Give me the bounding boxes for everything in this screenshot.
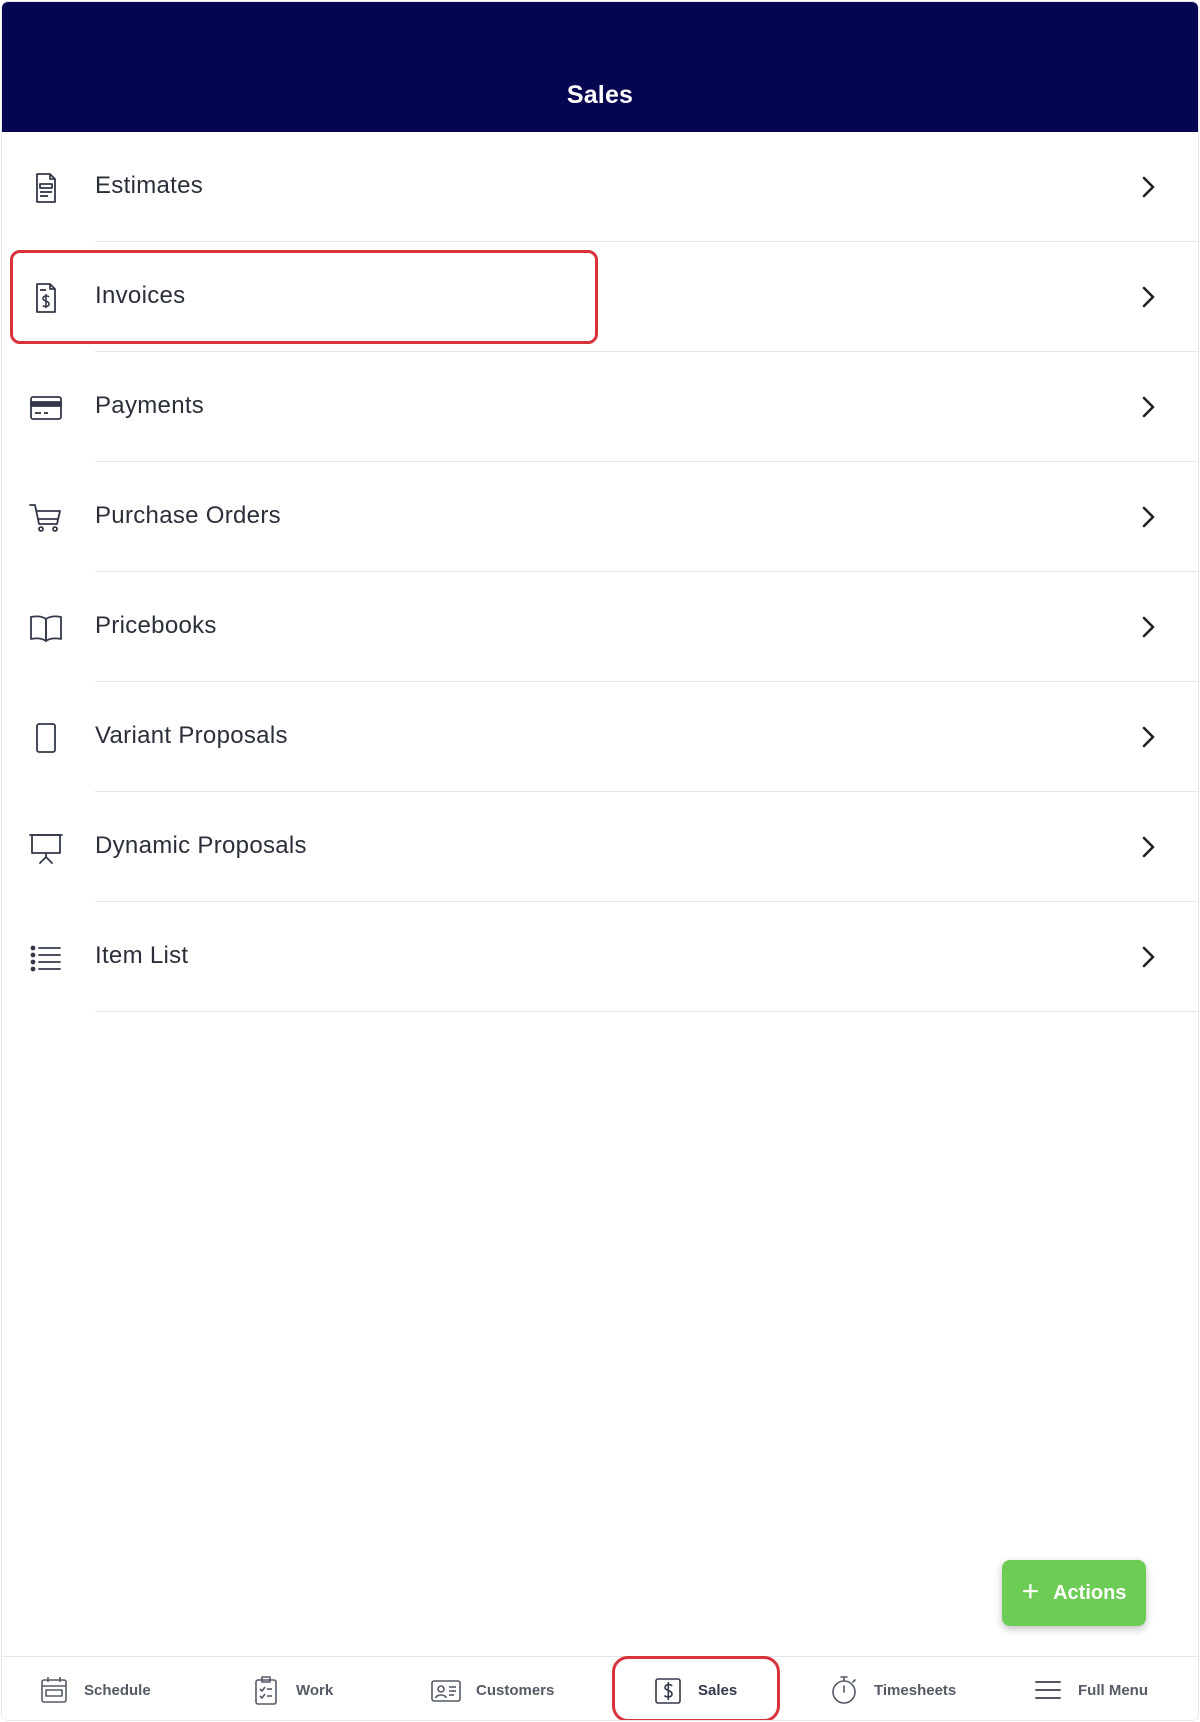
actions-button[interactable]: + Actions bbox=[1002, 1560, 1146, 1626]
tablet-icon bbox=[28, 720, 64, 756]
chevron-right-icon bbox=[1142, 616, 1155, 638]
presentation-board-icon bbox=[28, 830, 64, 866]
dollar-box-icon bbox=[655, 1678, 681, 1704]
bottom-tab-bar: Schedule Work Customers Sales Timesheets… bbox=[2, 1656, 1198, 1720]
actions-button-label: Actions bbox=[1053, 1581, 1127, 1604]
menu-item-dynamic-proposals[interactable]: Dynamic Proposals bbox=[2, 792, 1198, 902]
menu-item-label: Item List bbox=[95, 942, 189, 969]
invoice-dollar-icon bbox=[28, 280, 64, 316]
tab-customers[interactable]: Customers bbox=[430, 1657, 554, 1720]
chevron-right-icon bbox=[1142, 176, 1155, 198]
chevron-right-icon bbox=[1142, 836, 1155, 858]
tab-label: Customers bbox=[476, 1681, 555, 1699]
page-title: Sales bbox=[566, 81, 634, 109]
estimate-document-icon bbox=[28, 170, 64, 206]
tab-label: Schedule bbox=[84, 1681, 151, 1699]
sales-menu-list: Estimates Invoices Payments Purchase Ord… bbox=[2, 132, 1198, 1012]
menu-item-estimates[interactable]: Estimates bbox=[2, 132, 1198, 242]
open-book-icon bbox=[28, 610, 64, 646]
tab-label: Work bbox=[296, 1681, 334, 1699]
menu-item-label: Purchase Orders bbox=[95, 502, 281, 529]
tab-label: Timesheets bbox=[874, 1681, 957, 1699]
clipboard-icon bbox=[255, 1676, 277, 1705]
menu-item-label: Payments bbox=[95, 392, 205, 419]
shopping-cart-icon bbox=[28, 500, 64, 536]
menu-item-label: Dynamic Proposals bbox=[95, 832, 307, 859]
tab-full-menu[interactable]: Full Menu bbox=[1032, 1657, 1148, 1720]
plus-icon: + bbox=[1021, 1574, 1040, 1608]
stopwatch-icon bbox=[832, 1676, 856, 1704]
tab-schedule[interactable]: Schedule bbox=[38, 1657, 151, 1720]
chevron-right-icon bbox=[1142, 286, 1155, 308]
menu-item-label: Invoices bbox=[95, 282, 186, 309]
menu-item-purchase-orders[interactable]: Purchase Orders bbox=[2, 462, 1198, 572]
menu-item-invoices[interactable]: Invoices bbox=[2, 242, 1198, 352]
contact-card-icon bbox=[431, 1680, 461, 1702]
tab-label: Full Menu bbox=[1078, 1681, 1148, 1699]
tab-timesheets[interactable]: Timesheets bbox=[828, 1657, 956, 1720]
menu-item-item-list[interactable]: Item List bbox=[2, 902, 1198, 1012]
chevron-right-icon bbox=[1142, 726, 1155, 748]
tab-work[interactable]: Work bbox=[250, 1657, 333, 1720]
menu-item-payments[interactable]: Payments bbox=[2, 352, 1198, 462]
menu-item-label: Pricebooks bbox=[95, 612, 217, 639]
calendar-icon bbox=[41, 1677, 67, 1703]
chevron-right-icon bbox=[1142, 946, 1155, 968]
hamburger-menu-icon bbox=[1035, 1681, 1061, 1699]
tab-sales[interactable]: Sales bbox=[652, 1657, 737, 1720]
app-header: Sales bbox=[2, 2, 1198, 132]
chevron-right-icon bbox=[1142, 396, 1155, 418]
menu-item-label: Estimates bbox=[95, 172, 204, 199]
menu-item-label: Variant Proposals bbox=[95, 722, 288, 749]
chevron-right-icon bbox=[1142, 506, 1155, 528]
credit-card-icon bbox=[28, 390, 64, 426]
tab-label: Sales bbox=[698, 1681, 738, 1699]
app-window: Sales Estimates Invoices Payments Purcha… bbox=[2, 2, 1198, 1720]
bulleted-list-icon bbox=[28, 940, 64, 976]
menu-item-pricebooks[interactable]: Pricebooks bbox=[2, 572, 1198, 682]
menu-item-variant-proposals[interactable]: Variant Proposals bbox=[2, 682, 1198, 792]
